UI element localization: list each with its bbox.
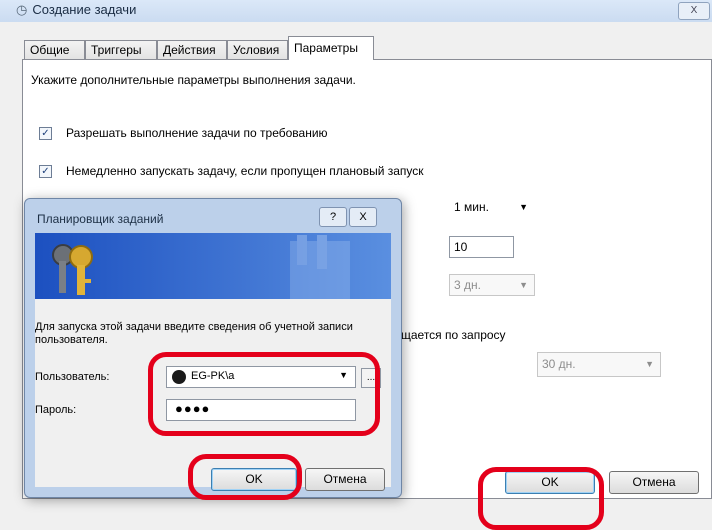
restart-attempts-input[interactable]: 10 xyxy=(449,236,514,258)
keys-banner-image xyxy=(35,233,391,299)
stop-after-value: 3 дн. xyxy=(454,278,481,292)
dialog-close-button[interactable]: X xyxy=(349,207,377,227)
user-combo[interactable]: EG-PK\a ▼ xyxy=(166,366,356,388)
password-label: Пароль: xyxy=(35,404,77,416)
on-demand-checkbox[interactable]: ✓ xyxy=(39,127,52,140)
force-stop-label-partial: щается по запросу xyxy=(401,328,506,342)
dialog-body: Для запуска этой задачи введите сведения… xyxy=(35,299,391,491)
delete-after-combo[interactable]: 30 дн. ▼ xyxy=(537,352,661,377)
run-missed-checkbox[interactable]: ✓ xyxy=(39,165,52,178)
run-missed-label: Немедленно запускать задачу, если пропущ… xyxy=(66,164,424,178)
chevron-down-icon: ▼ xyxy=(519,202,528,212)
chevron-down-icon: ▼ xyxy=(645,359,654,369)
panel-description: Укажите дополнительные параметры выполне… xyxy=(31,73,356,87)
restart-interval-value: 1 мин. xyxy=(454,200,489,214)
user-icon xyxy=(172,370,186,384)
tab-settings[interactable]: Параметры xyxy=(288,36,374,60)
user-label: Пользователь: xyxy=(35,371,110,383)
clock-icon: ◷ xyxy=(16,2,28,17)
chevron-down-icon: ▼ xyxy=(519,280,528,290)
cancel-button[interactable]: Отмена xyxy=(609,471,699,494)
browse-user-button[interactable]: ... xyxy=(361,368,381,388)
delete-after-value: 30 дн. xyxy=(542,357,576,371)
dialog-title: Планировщик заданий xyxy=(37,212,164,226)
dialog-cancel-button[interactable]: Отмена xyxy=(305,468,385,491)
dialog-prompt: Для запуска этой задачи введите сведения… xyxy=(35,321,353,346)
help-button[interactable]: ? xyxy=(319,207,347,227)
dialog-banner xyxy=(35,233,391,299)
user-value: EG-PK\a xyxy=(191,370,235,382)
credentials-dialog: Планировщик заданий ? X Для запуска этой… xyxy=(24,198,402,498)
tab-actions[interactable]: Действия xyxy=(157,40,227,59)
tab-conditions[interactable]: Условия xyxy=(227,40,288,59)
tab-general[interactable]: Общие xyxy=(24,40,85,59)
stop-after-combo[interactable]: 3 дн. ▼ xyxy=(449,274,535,296)
on-demand-label: Разрешать выполнение задачи по требовани… xyxy=(66,126,328,140)
password-field[interactable]: ●●●● xyxy=(166,399,356,421)
dialog-ok-button[interactable]: OK xyxy=(211,468,297,491)
chevron-down-icon: ▼ xyxy=(339,370,348,380)
window-title: ◷ Создание задачи xyxy=(16,2,137,17)
ok-button[interactable]: OK xyxy=(505,471,595,494)
restart-interval-combo[interactable]: 1 мин. ▼ xyxy=(449,196,535,218)
tab-triggers[interactable]: Триггеры xyxy=(85,40,157,59)
banner-watermark xyxy=(290,235,350,299)
window-close-button[interactable]: X xyxy=(678,2,710,20)
